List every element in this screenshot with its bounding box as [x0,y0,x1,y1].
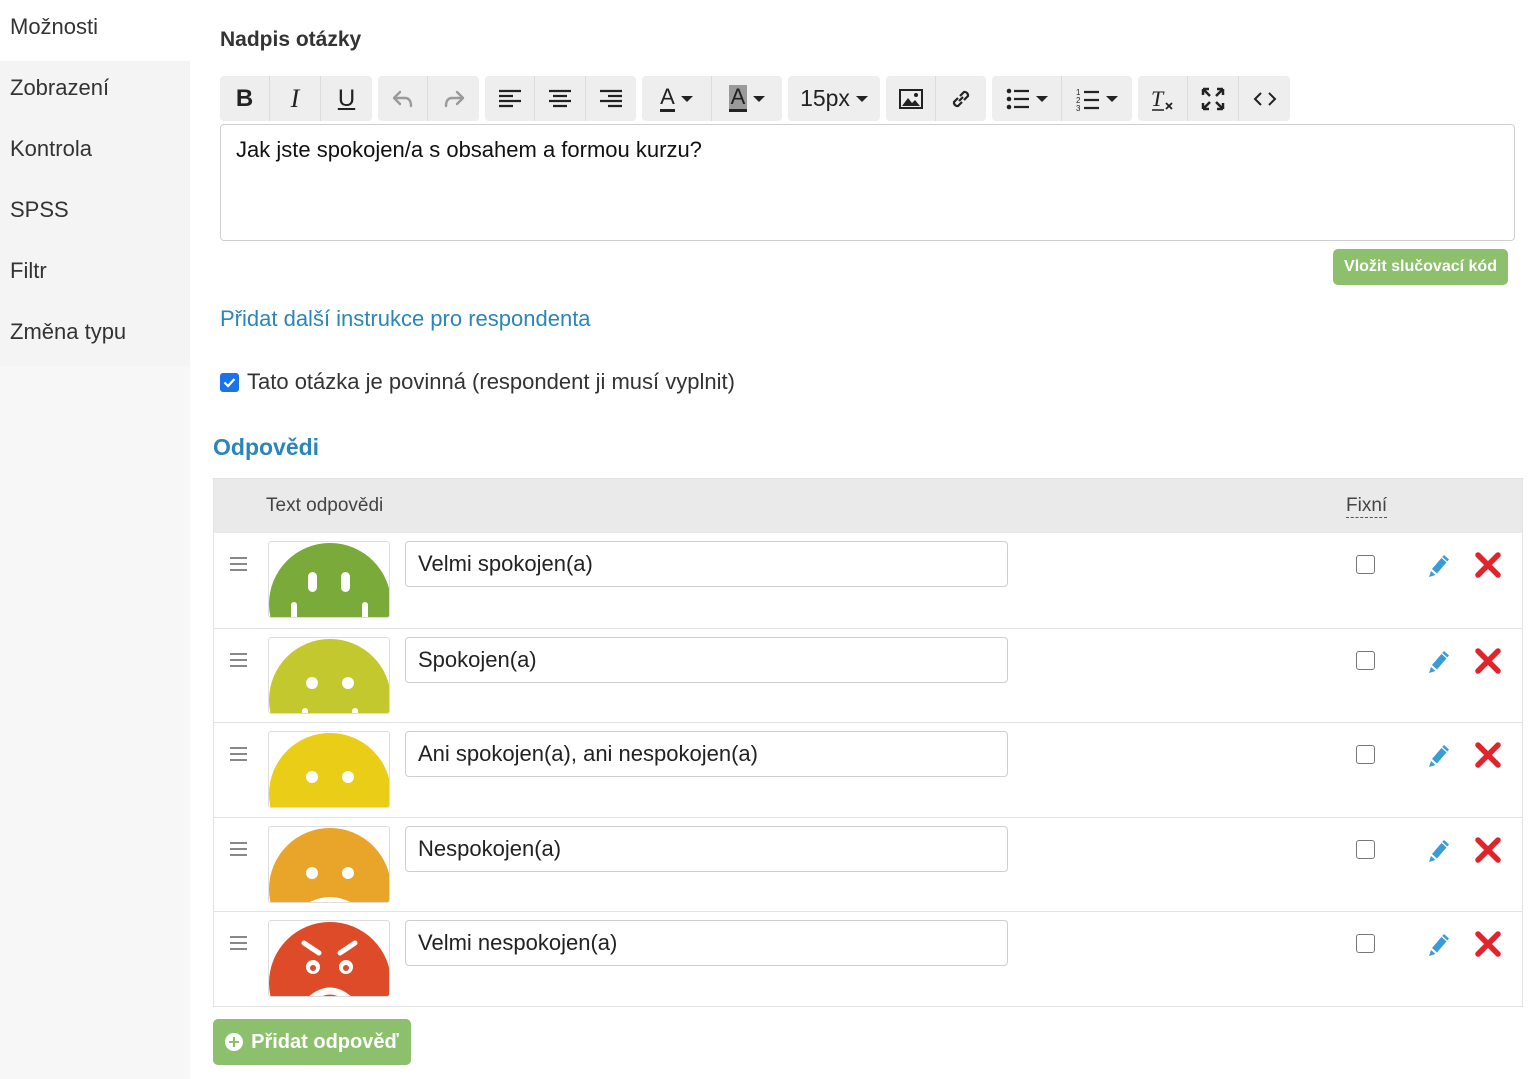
answer-row: Spokojen(a) [214,627,1522,722]
drag-handle-icon[interactable] [230,652,247,667]
smiley-happy-icon [268,636,390,714]
smiley-angry-icon [268,920,390,997]
pencil-icon[interactable] [1427,837,1451,868]
delete-icon[interactable] [1475,552,1501,583]
delete-icon[interactable] [1475,931,1501,962]
toolbar-group-color: A A [642,76,782,121]
delete-icon[interactable] [1475,742,1501,773]
sidebar-item-zobrazeni[interactable]: Zobrazení [0,61,190,122]
pencil-icon[interactable] [1427,552,1451,583]
drag-handle-icon[interactable] [230,841,247,856]
align-right-icon[interactable] [586,76,636,121]
align-left-icon[interactable] [485,76,535,121]
pencil-icon[interactable] [1427,742,1451,773]
sidebar-item-kontrola[interactable]: Kontrola [0,122,190,183]
add-instruction-link[interactable]: Přidat další instrukce pro respondenta [220,306,591,332]
answers-heading: Odpovědi [213,434,320,460]
undo-icon[interactable] [378,76,428,121]
code-view-icon[interactable] [1239,76,1290,121]
clear-format-icon[interactable]: T [1138,76,1188,121]
answer-text-input[interactable]: Spokojen(a) [405,636,1008,683]
add-answer-label: Přidat odpověď [251,1030,399,1053]
drag-handle-icon[interactable] [230,557,247,571]
delete-icon[interactable] [1475,836,1501,868]
answer-text-input[interactable]: Ani spokojen(a), ani nespokojen(a) [405,731,1008,777]
toolbar-group-align [485,76,636,121]
sidebar-item-spss[interactable]: SPSS [0,183,190,244]
pencil-icon[interactable] [1427,648,1451,679]
link-icon[interactable] [936,76,986,121]
insert-merge-code-button[interactable]: Vložit slučovací kód [1333,249,1508,285]
fixed-checkbox[interactable] [1356,934,1375,953]
answer-row: Velmi spokojen(a) [214,533,1522,628]
required-row: Tato otázka je povinná (respondent ji mu… [220,369,735,395]
answer-row: Nespokojen(a) [214,816,1522,911]
toolbar-group-fontsize: 15px [788,76,880,121]
sidebar-item-filtr[interactable]: Filtr [0,244,190,305]
question-title-label: Nadpis otázky [220,28,362,51]
svg-text:3: 3 [1076,104,1081,111]
delete-icon[interactable] [1475,647,1501,679]
toolbar-group-lists: 123 [992,76,1132,121]
pencil-icon[interactable] [1427,931,1451,962]
image-icon[interactable] [886,76,936,121]
fixed-checkbox[interactable] [1356,839,1375,859]
answer-text-input[interactable]: Velmi nespokojen(a) [405,920,1008,966]
fullscreen-icon[interactable] [1188,76,1239,121]
svg-text:T: T [1151,87,1165,111]
answers-table-header: Text odpovědi Fixní [214,479,1522,533]
underline-icon[interactable]: U [321,76,372,121]
plus-circle-icon [225,1033,244,1051]
required-checkbox[interactable] [220,372,239,392]
bold-icon[interactable]: B [220,76,270,121]
align-center-icon[interactable] [535,76,586,121]
answer-text-input[interactable]: Nespokojen(a) [405,825,1008,872]
toolbar-group-insert [886,76,986,121]
sidebar: Možnosti Zobrazení Kontrola SPSS Filtr Z… [0,0,190,1079]
highlight-color-icon[interactable]: A [712,76,782,121]
drag-handle-icon[interactable] [230,936,247,950]
main-panel: Nadpis otázky B I U A A 15px 1 2 3 T Jak… [190,0,1530,1079]
column-header-text: Text odpovědi [266,495,384,516]
answers-table: Text odpovědi Fixní Velmi spokojen(a) Spo… [213,478,1523,1007]
sidebar-item-moznosti[interactable]: Možnosti [0,0,190,61]
smiley-neutral-icon [268,731,390,808]
drag-handle-icon[interactable] [230,747,247,761]
question-text-editor[interactable]: Jak jste spokojen/a s obsahem a formou k… [220,124,1515,241]
toolbar-group-history [378,76,479,121]
required-label: Tato otázka je povinná (respondent ji mu… [247,369,735,394]
fixed-checkbox[interactable] [1356,555,1375,574]
answer-text-input[interactable]: Velmi spokojen(a) [405,541,1008,587]
font-size-select[interactable]: 15px [788,76,880,121]
bullet-list-icon[interactable] [992,76,1062,121]
answer-row: Ani spokojen(a), ani nespokojen(a) [214,722,1522,817]
smiley-very-happy-icon [268,541,390,618]
numbered-list-icon[interactable]: 123 [1062,76,1132,121]
font-color-icon[interactable]: A [642,76,712,121]
redo-icon[interactable] [428,76,479,121]
smiley-sad-icon [268,825,390,903]
toolbar-group-style: B I U [220,76,372,121]
answer-row: Velmi nespokojen(a) [214,911,1522,1006]
italic-icon[interactable]: I [270,76,321,121]
fixed-checkbox[interactable] [1356,745,1375,764]
toolbar-group-misc: T [1138,76,1290,121]
column-header-fixed: Fixní [1346,495,1388,518]
fixed-checkbox[interactable] [1356,650,1375,670]
sidebar-item-zmena-typu[interactable]: Změna typu [0,305,190,366]
add-answer-button[interactable]: Přidat odpověď [213,1019,411,1065]
